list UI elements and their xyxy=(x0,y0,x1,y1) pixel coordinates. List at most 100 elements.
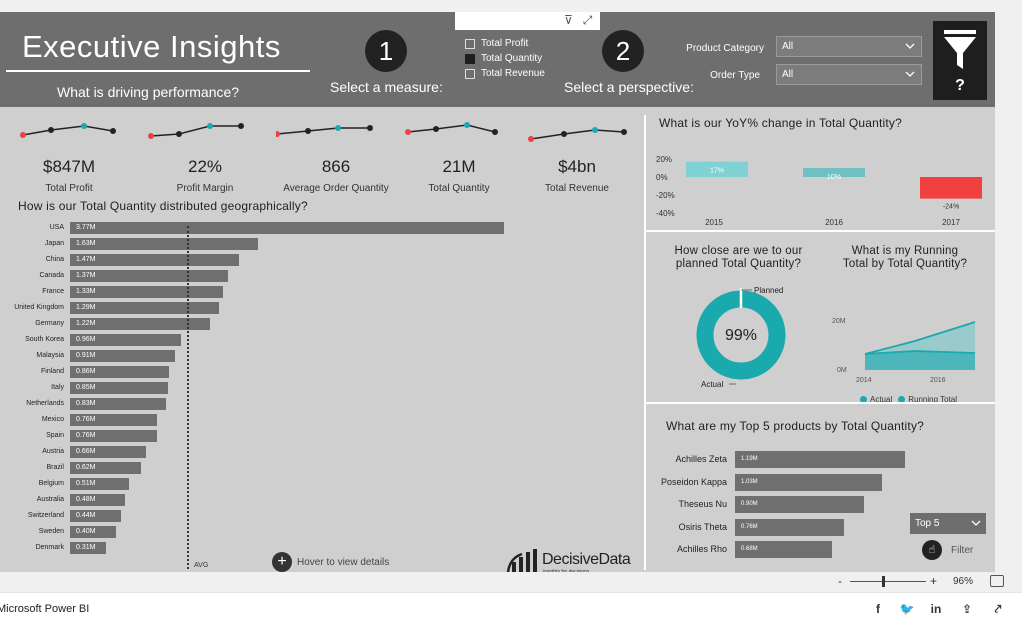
kpi-total-quantity[interactable]: 21M Total Quantity xyxy=(399,119,519,194)
geo-bar-row[interactable]: Mexico 0.76M xyxy=(0,414,600,426)
top5-bar-value: 0.90M xyxy=(741,501,758,507)
geo-bar-value: 1.29M xyxy=(76,304,96,311)
geo-bar-row[interactable]: USA 3.77M xyxy=(0,222,600,234)
filter-button[interactable]: ☝ Filter xyxy=(922,540,973,560)
panel-divider-vertical xyxy=(644,115,646,570)
zoom-slider-thumb[interactable] xyxy=(882,576,885,587)
focus-mode-icon[interactable]: ⤢ xyxy=(581,14,594,27)
geo-chart-title: How is our Total Quantity distributed ge… xyxy=(18,199,308,213)
zoom-out-button[interactable]: - xyxy=(838,574,842,588)
zoom-slider-track[interactable] xyxy=(850,581,926,582)
share-icon[interactable]: ⇪ xyxy=(959,601,975,617)
geo-bar-row[interactable]: Japan 1.63M xyxy=(0,238,600,250)
measure-option-total-revenue[interactable]: Total Revenue xyxy=(465,66,545,81)
geo-bar-row[interactable]: Austria 0.66M xyxy=(0,446,600,458)
geo-bar[interactable] xyxy=(70,222,504,234)
page-subtitle: What is driving performance? xyxy=(57,84,240,100)
geo-bar-row[interactable]: Switzerland 0.44M xyxy=(0,510,600,522)
geo-bar-row[interactable]: China 1.47M xyxy=(0,254,600,266)
checkbox[interactable] xyxy=(465,38,475,49)
facebook-icon[interactable]: f xyxy=(870,601,886,617)
planned-donut-chart: 99% Planned Actual xyxy=(696,286,786,389)
geo-bar-value: 0.85M xyxy=(76,384,96,391)
running-y-tick: 0M xyxy=(837,367,847,374)
hover-details-hint[interactable]: + Hover to view details xyxy=(272,552,389,572)
measure-slicer-header: ⊽ ⤢ xyxy=(455,12,600,30)
measure-option-total-profit[interactable]: Total Profit xyxy=(465,36,545,51)
panel-divider-horizontal xyxy=(646,402,995,404)
checkbox-checked[interactable] xyxy=(465,53,475,64)
actual-label: Actual xyxy=(701,380,723,389)
top5-product-label: Achilles Zeta xyxy=(675,454,727,464)
measure-option-label: Total Quantity xyxy=(481,53,543,64)
step-2-label: Select a perspective: xyxy=(564,79,694,95)
yoy-y-tick: -40% xyxy=(656,209,675,218)
geo-bar-row[interactable]: Brazil 0.62M xyxy=(0,462,600,474)
filter-help-button[interactable]: ? xyxy=(933,21,987,100)
geo-bar-value: 0.62M xyxy=(76,464,96,471)
expand-icon[interactable]: ⤤ xyxy=(990,601,1006,617)
running-y-tick: 20M xyxy=(832,318,846,325)
geo-country-label: Australia xyxy=(36,496,64,503)
geo-bar-row[interactable]: Canada 1.37M xyxy=(0,270,600,282)
filter-icon[interactable]: ⊽ xyxy=(562,14,575,27)
geo-bar-row[interactable]: United Kingdom 1.29M xyxy=(0,302,600,314)
top-n-dropdown[interactable]: Top 5 xyxy=(910,513,986,534)
kpi-label: Profit Margin xyxy=(176,183,234,194)
top5-bar-value: 1.19M xyxy=(741,456,758,462)
title-underline xyxy=(6,70,310,72)
yoy-x-tick: 2017 xyxy=(942,218,960,227)
logo-name: DecisiveData xyxy=(542,551,631,568)
geo-bar-row[interactable]: France 1.33M xyxy=(0,286,600,298)
geo-bar-row[interactable]: Malaysia 0.91M xyxy=(0,350,600,362)
yoy-chart-title: What is our YoY% change in Total Quantit… xyxy=(659,116,902,130)
geo-bar-value: 0.96M xyxy=(76,336,96,343)
top5-bar-value: 0.68M xyxy=(741,546,758,552)
hover-hint-label: Hover to view details xyxy=(297,556,390,568)
sparkline-total-quantity xyxy=(405,122,498,135)
geo-bar-row[interactable]: Netherlands 0.83M xyxy=(0,398,600,410)
kpi-label: Total Profit xyxy=(45,183,93,194)
checkbox[interactable] xyxy=(465,68,475,79)
kpi-total-profit[interactable]: $847M Total Profit xyxy=(9,119,129,194)
fit-to-page-icon[interactable] xyxy=(990,575,1004,587)
product-category-dropdown[interactable]: All xyxy=(776,36,922,57)
sparkline-profit-margin xyxy=(148,123,244,139)
kpi-total-revenue[interactable]: $4bn Total Revenue xyxy=(517,119,637,194)
geo-bar-row[interactable]: Italy 0.85M xyxy=(0,382,600,394)
linkedin-icon[interactable]: in xyxy=(928,601,944,617)
geo-bar-row[interactable]: Belgium 0.51M xyxy=(0,478,600,490)
geo-bar-value: 0.76M xyxy=(76,432,96,439)
top5-bar[interactable] xyxy=(735,451,905,468)
twitter-icon[interactable]: 🐦 xyxy=(899,601,915,617)
geo-bar-value: 1.47M xyxy=(76,256,96,263)
geo-country-label: Mexico xyxy=(41,416,64,423)
geo-country-label: Austria xyxy=(42,448,64,455)
kpi-value: $847M xyxy=(43,157,95,176)
geo-bar-row[interactable]: Australia 0.48M xyxy=(0,494,600,506)
measure-option-label: Total Profit xyxy=(481,38,529,49)
geo-bar-row[interactable]: Germany 1.22M xyxy=(0,318,600,330)
order-type-dropdown[interactable]: All xyxy=(776,64,922,85)
geo-bar-row[interactable]: Spain 0.76M xyxy=(0,430,600,442)
geo-bar-row[interactable]: South Korea 0.96M xyxy=(0,334,600,346)
plus-circle-icon: + xyxy=(272,552,292,572)
yoy-bar[interactable] xyxy=(920,177,982,199)
geo-bar[interactable] xyxy=(70,238,258,250)
chevron-down-icon xyxy=(905,71,915,77)
kpi-average-order-quantity[interactable]: 866 Average Order Quantity xyxy=(274,119,396,194)
measure-option-total-quantity[interactable]: Total Quantity xyxy=(465,51,545,66)
sparkline-average-order-quantity xyxy=(274,125,373,137)
geo-bar-value: 0.31M xyxy=(76,544,96,551)
yoy-y-tick: 0% xyxy=(656,173,668,182)
zoom-in-button[interactable]: + xyxy=(930,574,937,588)
geo-bar-row[interactable]: Finland 0.86M xyxy=(0,366,600,378)
geo-bar-value: 1.33M xyxy=(76,288,96,295)
top5-product-label: Achilles Rho xyxy=(676,544,727,554)
running-title-line2: Total by Total Quantity? xyxy=(842,258,968,270)
kpi-label: Total Revenue xyxy=(545,183,609,194)
geo-bar-row[interactable]: Sweden 0.40M xyxy=(0,526,600,538)
kpi-profit-margin[interactable]: 22% Profit Margin xyxy=(145,119,265,194)
kpi-value: $4bn xyxy=(558,157,596,176)
kpi-label: Average Order Quantity xyxy=(283,183,389,194)
